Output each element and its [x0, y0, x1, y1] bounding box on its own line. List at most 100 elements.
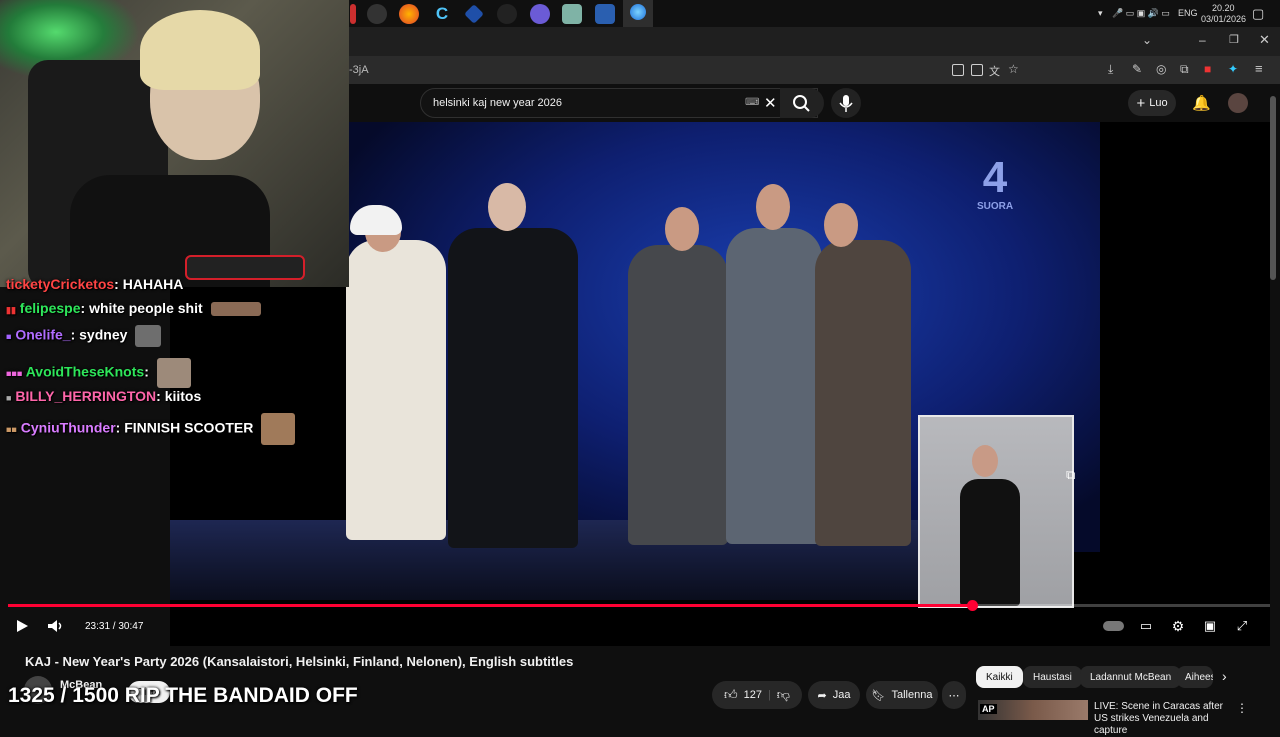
performer-band-member: [726, 228, 822, 544]
volume-button[interactable]: [46, 616, 66, 636]
shield-icon[interactable]: [497, 4, 517, 24]
extensions-icon[interactable]: ⧉: [1180, 62, 1189, 77]
language-indicator[interactable]: ENG: [1178, 8, 1198, 18]
save-button[interactable]: 🔖︎ Tallenna: [866, 681, 938, 709]
folder-icon[interactable]: [562, 4, 582, 24]
subtitles-icon[interactable]: ▭: [1136, 616, 1156, 636]
keyboard-icon[interactable]: ⌨: [745, 97, 759, 108]
translate-icon[interactable]: 文: [989, 63, 1000, 79]
tray-chevron-icon[interactable]: ▾: [1098, 8, 1103, 19]
divider: |: [767, 689, 771, 701]
plus-icon: +: [1136, 94, 1146, 112]
chip-related[interactable]: Aiheeseen: [1177, 666, 1213, 688]
screenshot-icon[interactable]: [971, 64, 983, 76]
volume-icon: [48, 620, 62, 632]
badge-icon: ▮▮: [6, 305, 16, 315]
tab-list-chevron-icon[interactable]: ⌄: [1142, 33, 1152, 47]
performer-singer: [448, 228, 578, 548]
app-diamond-icon[interactable]: [464, 4, 484, 24]
play-button[interactable]: [12, 616, 32, 636]
progress-scrubber[interactable]: [966, 600, 978, 611]
app-icon[interactable]: [350, 4, 356, 24]
interpreter-body: [960, 479, 1020, 606]
interpreter-head: [972, 445, 998, 477]
clock-date[interactable]: 03/01/2026: [1201, 14, 1246, 24]
chips-next-chevron-icon[interactable]: ›: [1222, 668, 1227, 684]
search-icon: [793, 95, 810, 112]
chat-username: CyniuThunder: [20, 419, 116, 436]
chip-uploaded-by[interactable]: Ladannut McBean: [1080, 666, 1182, 688]
notifications-bell-icon[interactable]: 🔔: [1192, 94, 1211, 112]
autoplay-toggle[interactable]: [1103, 621, 1124, 631]
microphone-icon: [839, 95, 853, 112]
bookmark-star-icon[interactable]: ☆: [1008, 62, 1019, 76]
clock-time[interactable]: 20.20: [1212, 3, 1235, 13]
ccleaner-icon[interactable]: C: [432, 4, 452, 24]
notification-icon[interactable]: ▢: [1252, 6, 1264, 22]
like-count[interactable]: 127: [744, 689, 762, 701]
chat-app-icon[interactable]: [530, 4, 550, 24]
chat-message: ticketyCricketos: HAHAHA: [6, 276, 184, 292]
chat-username: felipespe: [19, 300, 81, 316]
account-avatar[interactable]: [1228, 93, 1248, 113]
chat-text: white people shit: [89, 300, 203, 316]
browser-tab-strip: ⌄ – ❐ ✕: [349, 27, 1280, 56]
vpn-icon[interactable]: ◎: [1156, 62, 1166, 76]
miniplayer-icon[interactable]: ⧉: [1066, 467, 1075, 483]
chat-username: BILLY_HERRINGTON: [15, 388, 157, 404]
close-window-button[interactable]: ✕: [1259, 32, 1270, 48]
minimize-button[interactable]: –: [1199, 33, 1206, 47]
monitor-icon[interactable]: [595, 4, 615, 24]
recommended-more-icon[interactable]: ⋮: [1236, 701, 1248, 715]
badge-icon: ■■■: [6, 368, 23, 379]
search-input[interactable]: helsinki kaj new year 2026 ⌨ ✕: [420, 88, 818, 118]
search-button[interactable]: [780, 88, 824, 118]
tray-icons[interactable]: 🎤 ▭ ▣ 🔊 ▭: [1112, 8, 1170, 19]
thumbs-up-icon[interactable]: 👍︎: [724, 687, 738, 703]
clear-search-icon[interactable]: ✕: [764, 94, 777, 112]
channel-logo-number: 4: [982, 153, 1008, 202]
more-actions-button[interactable]: ⋯: [942, 681, 966, 709]
tools-icon[interactable]: ✎: [1132, 62, 1142, 76]
play-icon: [17, 620, 28, 632]
firefox-icon[interactable]: [399, 4, 419, 24]
page-scrollbar[interactable]: [1270, 96, 1276, 280]
recommended-video-title[interactable]: LIVE: Scene in Caracas after US strikes …: [1094, 701, 1224, 737]
chat-message: ■ Onelife_: sydney: [6, 325, 162, 347]
chat-text: FINNISH SCOOTER: [124, 419, 254, 436]
browser-taskbar-item[interactable]: [623, 0, 653, 27]
performer-head: [756, 184, 790, 230]
emote-image: [135, 325, 162, 347]
restore-button[interactable]: ❐: [1229, 33, 1239, 46]
settings-gear-icon[interactable]: ⚙: [1168, 616, 1188, 636]
theater-mode-icon[interactable]: ▣: [1200, 616, 1220, 636]
share-button[interactable]: ➦ Jaa: [808, 681, 860, 709]
chat-message: ■ BILLY_HERRINGTON: kiitos: [6, 388, 202, 404]
address-bar[interactable]: -3jA 文 ☆ ⤓ ✎ ◎ ⧉ ■ ✦ ≡: [349, 56, 1280, 84]
time-display: 23:31 / 30:47: [85, 621, 144, 632]
chat-text: HAHAHA: [122, 276, 184, 292]
image-icon[interactable]: [952, 64, 964, 76]
emote-image: [261, 413, 296, 445]
voice-search-button[interactable]: [831, 88, 861, 118]
speedometer-icon[interactable]: [367, 4, 387, 24]
extension-blue-icon[interactable]: ✦: [1228, 62, 1238, 76]
url-text[interactable]: -3jA: [349, 64, 369, 76]
fullscreen-icon[interactable]: ⤢: [1232, 616, 1252, 636]
performer-host: [346, 240, 446, 540]
streamer-webcam: [0, 0, 349, 287]
badge-icon: ■■: [6, 424, 17, 435]
streamer-hair: [140, 10, 260, 90]
emote-image: [210, 302, 261, 317]
search-query[interactable]: helsinki kaj new year 2026: [433, 97, 562, 109]
menu-icon[interactable]: ≡: [1255, 61, 1263, 76]
chat-message: ▮▮ felipespe: white people shit: [6, 300, 261, 317]
create-button[interactable]: + Luo: [1128, 90, 1176, 116]
download-icon[interactable]: ⤓: [1108, 62, 1113, 77]
bookmark-icon: 🔖︎: [871, 689, 886, 702]
chip-search[interactable]: Haustasi: [1023, 666, 1082, 688]
thumbs-down-icon[interactable]: 👎︎: [777, 687, 790, 703]
chip-all[interactable]: Kaikki: [976, 666, 1023, 688]
share-label: Jaa: [832, 689, 851, 701]
extension-red-icon[interactable]: ■: [1204, 62, 1211, 76]
